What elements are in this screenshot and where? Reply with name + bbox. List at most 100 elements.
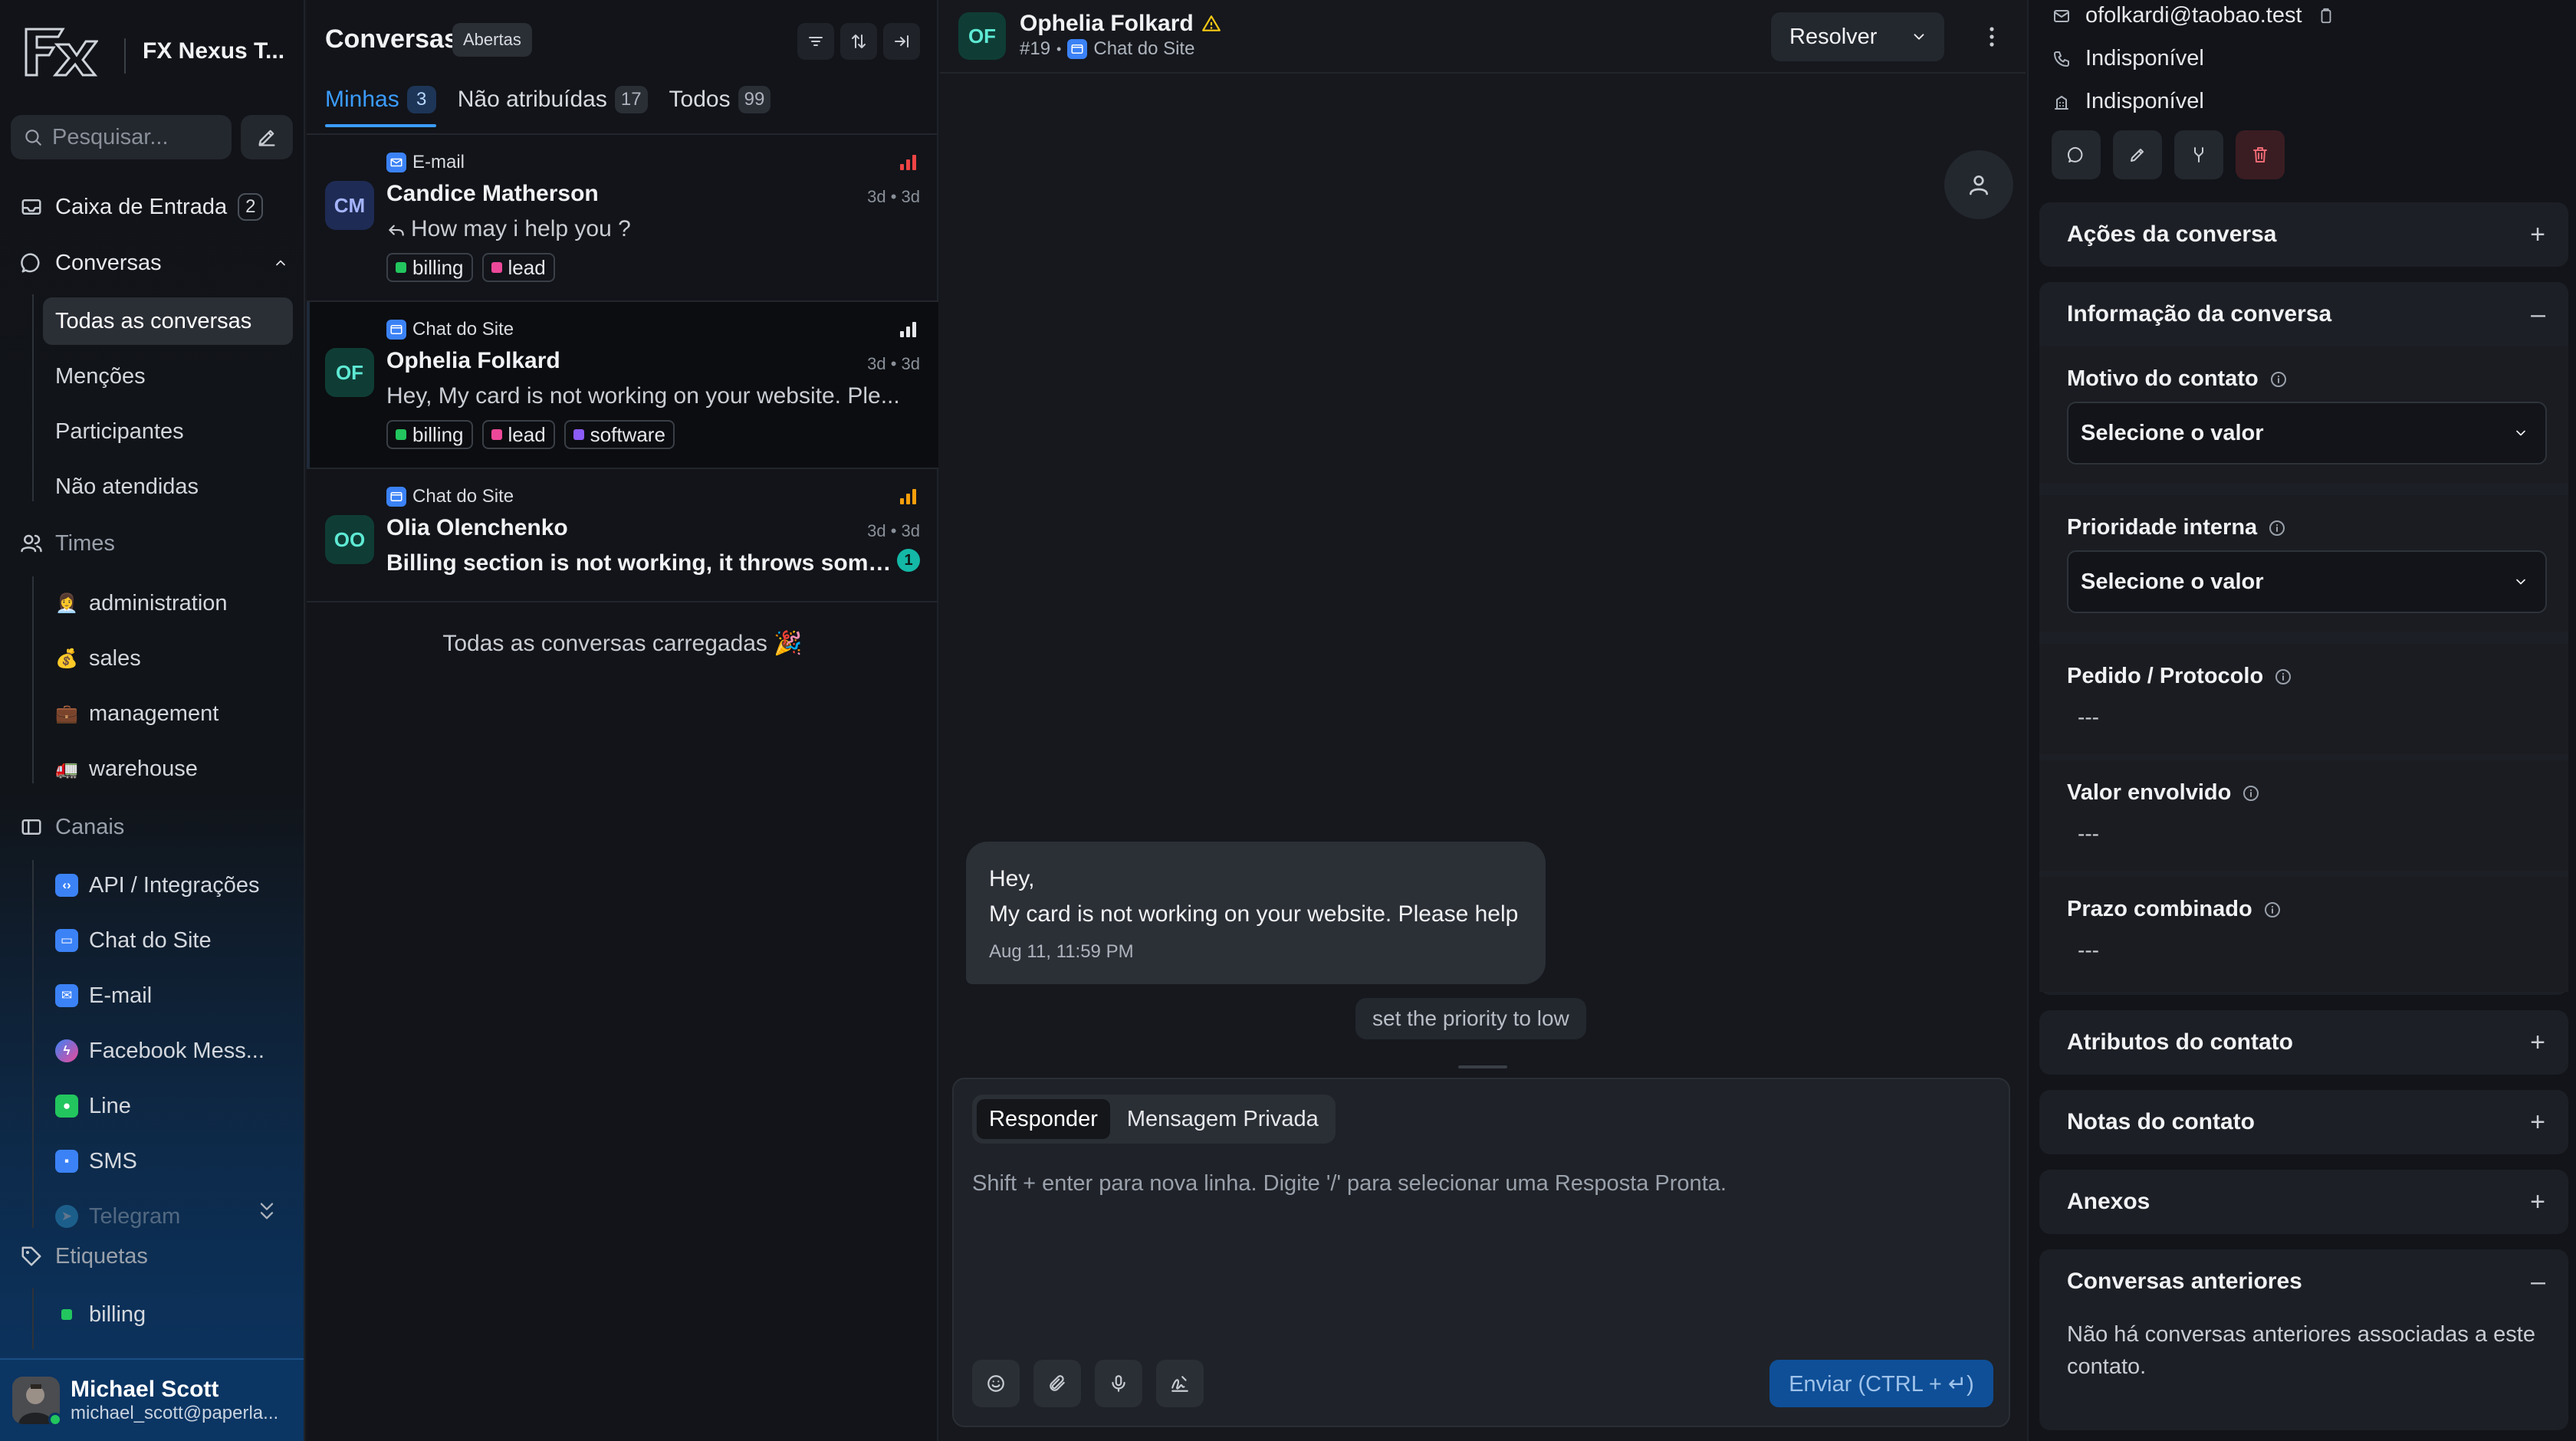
compose-button[interactable] [241, 115, 293, 159]
accordion-header[interactable]: Informação da conversa – [2039, 282, 2568, 346]
resolve-button[interactable]: Resolver [1771, 12, 1944, 61]
tab-all[interactable]: Todos 99 [669, 86, 771, 127]
sidebar-section-labels[interactable]: Etiquetas [18, 1243, 148, 1269]
brand-logo-icon[interactable] [23, 25, 98, 80]
plus-icon[interactable]: + [2530, 220, 2545, 250]
avatar: OF [325, 348, 374, 397]
info-icon [2274, 668, 2292, 686]
sidebar-item-channel-sms[interactable]: ▪ SMS [43, 1137, 293, 1185]
chevron-up-icon[interactable] [273, 255, 288, 271]
tab-mine[interactable]: Minhas 3 [325, 86, 436, 127]
accordion-contact-notes[interactable]: Notas do contato + [2039, 1090, 2568, 1154]
search-box[interactable] [11, 115, 232, 159]
accordion-conversation-actions[interactable]: Ações da conversa + [2039, 202, 2568, 267]
pencil-icon [2128, 146, 2147, 164]
internal-priority-select[interactable]: Selecione o valor [2067, 550, 2547, 613]
info-icon [2263, 901, 2282, 919]
sidebar-item-conversations[interactable]: Conversas [18, 250, 288, 276]
collapse-list-button[interactable] [883, 23, 920, 60]
status-filter-chip[interactable]: Abertas [452, 23, 532, 57]
sidebar-item-unattended[interactable]: Não atendidas [43, 463, 293, 510]
send-button[interactable]: Enviar (CTRL + ↵) [1769, 1360, 1993, 1407]
sort-button[interactable] [840, 23, 877, 60]
reply-arrow-icon [386, 219, 406, 239]
filter-button[interactable] [797, 23, 834, 60]
section-label: Etiquetas [55, 1243, 148, 1269]
audio-button[interactable] [1095, 1360, 1142, 1407]
contact-email[interactable]: ofolkardi@taobao.test [2085, 3, 2302, 28]
new-message-button[interactable] [2052, 130, 2101, 179]
plus-icon[interactable]: + [2530, 1187, 2545, 1217]
conversation-card-active[interactable]: OF Chat do Site Ophelia Folkard 3d • 3d … [307, 302, 938, 469]
minus-icon[interactable]: – [2531, 300, 2545, 330]
plus-icon[interactable]: + [2530, 1028, 2545, 1058]
sidebar-item-channel-email[interactable]: ✉ E-mail [43, 972, 293, 1019]
priority-urgent-icon [900, 153, 918, 170]
sidebar-item-participants[interactable]: Participantes [43, 408, 293, 455]
incoming-message: Hey, My card is not working on your webs… [966, 842, 1546, 984]
message-input[interactable] [972, 1171, 1992, 1324]
edit-contact-button[interactable] [2113, 130, 2162, 179]
attribute-label: Prioridade interna [2067, 515, 2258, 540]
sidebar-section-teams[interactable]: Times [18, 530, 115, 556]
scroll-more-icon[interactable] [256, 1196, 278, 1226]
chat-contact-name[interactable]: Ophelia Folkard [1020, 11, 1221, 37]
sidebar-item-team-administration[interactable]: 👩‍💼 administration [43, 579, 293, 627]
attribute-value: --- [2078, 822, 2099, 845]
sidebar-section-channels[interactable]: Canais [18, 814, 124, 840]
attribute-internal-priority: Prioridade interna Selecione o valor [2039, 495, 2568, 632]
tab-unassigned[interactable]: Não atribuídas 17 [458, 86, 648, 127]
attribute-order-protocol[interactable]: Pedido / Protocolo --- [2039, 644, 2568, 754]
accordion-contact-attributes[interactable]: Atributos do contato + [2039, 1010, 2568, 1075]
accordion-header[interactable]: Conversas anteriores – [2039, 1249, 2568, 1314]
chevron-down-icon[interactable] [1911, 28, 1927, 45]
plus-icon[interactable]: + [2530, 1108, 2545, 1137]
copy-icon[interactable] [2316, 6, 2336, 26]
sidebar-item-label: API / Integrações [89, 872, 260, 898]
sidebar-item-channel-facebook[interactable]: ϟ Facebook Mess... [43, 1027, 293, 1075]
sidebar-item-mentions[interactable]: Menções [43, 353, 293, 400]
toggle-contact-panel-button[interactable] [1944, 150, 2013, 219]
sidebar-item-label: Facebook Mess... [89, 1038, 264, 1063]
more-options-icon[interactable] [1978, 21, 2006, 52]
sidebar-item-team-warehouse[interactable]: 🚛 warehouse [43, 745, 293, 793]
contact-panel: ofolkardi@taobao.test Indisponível Indis… [2027, 0, 2576, 1441]
sidebar-item-team-management[interactable]: 💼 management [43, 690, 293, 737]
attribute-agreed-deadline[interactable]: Prazo combinado --- [2039, 877, 2568, 992]
sidebar-item-inbox[interactable]: Caixa de Entrada 2 [18, 193, 264, 221]
card-inbox-label: Chat do Site [412, 486, 514, 507]
reply-mode-tabs: Responder Mensagem Privada [972, 1095, 1336, 1144]
emoji-button[interactable] [972, 1360, 1020, 1407]
select-value: Selecione o valor [2081, 569, 2264, 594]
signature-button[interactable] [1156, 1360, 1204, 1407]
sidebar-item-label-billing[interactable]: billing [43, 1291, 293, 1338]
tab-reply[interactable]: Responder [977, 1099, 1110, 1139]
sidebar-item-label: SMS [89, 1148, 137, 1173]
sidebar-item-channel-website[interactable]: ▭ Chat do Site [43, 917, 293, 964]
resize-handle[interactable] [1458, 1065, 1507, 1068]
chevron-down-icon [2513, 425, 2528, 441]
contact-phone: Indisponível [2085, 46, 2204, 71]
attribute-amount[interactable]: Valor envolvido --- [2039, 760, 2568, 871]
conversation-card[interactable]: CM E-mail Candice Matherson 3d • 3d How … [307, 135, 938, 302]
sidebar-item-all-conversations[interactable]: Todas as conversas [43, 297, 293, 345]
sidebar-item-team-sales[interactable]: 💰 sales [43, 635, 293, 682]
minus-icon[interactable]: – [2531, 1267, 2545, 1297]
card-time: 3d • 3d [867, 187, 920, 206]
team-emoji-icon: 💰 [55, 648, 78, 669]
accordion-attachments[interactable]: Anexos + [2039, 1170, 2568, 1234]
tab-private-note[interactable]: Mensagem Privada [1115, 1099, 1331, 1139]
merge-contact-button[interactable] [2174, 130, 2223, 179]
sidebar-item-channel-api[interactable]: ‹› API / Integrações [43, 862, 293, 909]
search-input[interactable] [52, 124, 221, 150]
messenger-icon: ϟ [55, 1039, 78, 1062]
chat-area: OF Ophelia Folkard #19 • Chat do Site Re… [940, 0, 2026, 1441]
chat-subtitle: #19 • Chat do Site [1020, 38, 1195, 59]
attach-button[interactable] [1033, 1360, 1081, 1407]
contact-reason-select[interactable]: Selecione o valor [2067, 402, 2547, 464]
sidebar-item-channel-line[interactable]: ● Line [43, 1082, 293, 1130]
delete-contact-button[interactable] [2236, 130, 2285, 179]
conversation-card[interactable]: OO Chat do Site Olia Olenchenko 3d • 3d … [307, 469, 938, 602]
signature-icon [1170, 1374, 1190, 1393]
user-profile[interactable]: Michael Scott michael_scott@paperla... [0, 1358, 304, 1441]
